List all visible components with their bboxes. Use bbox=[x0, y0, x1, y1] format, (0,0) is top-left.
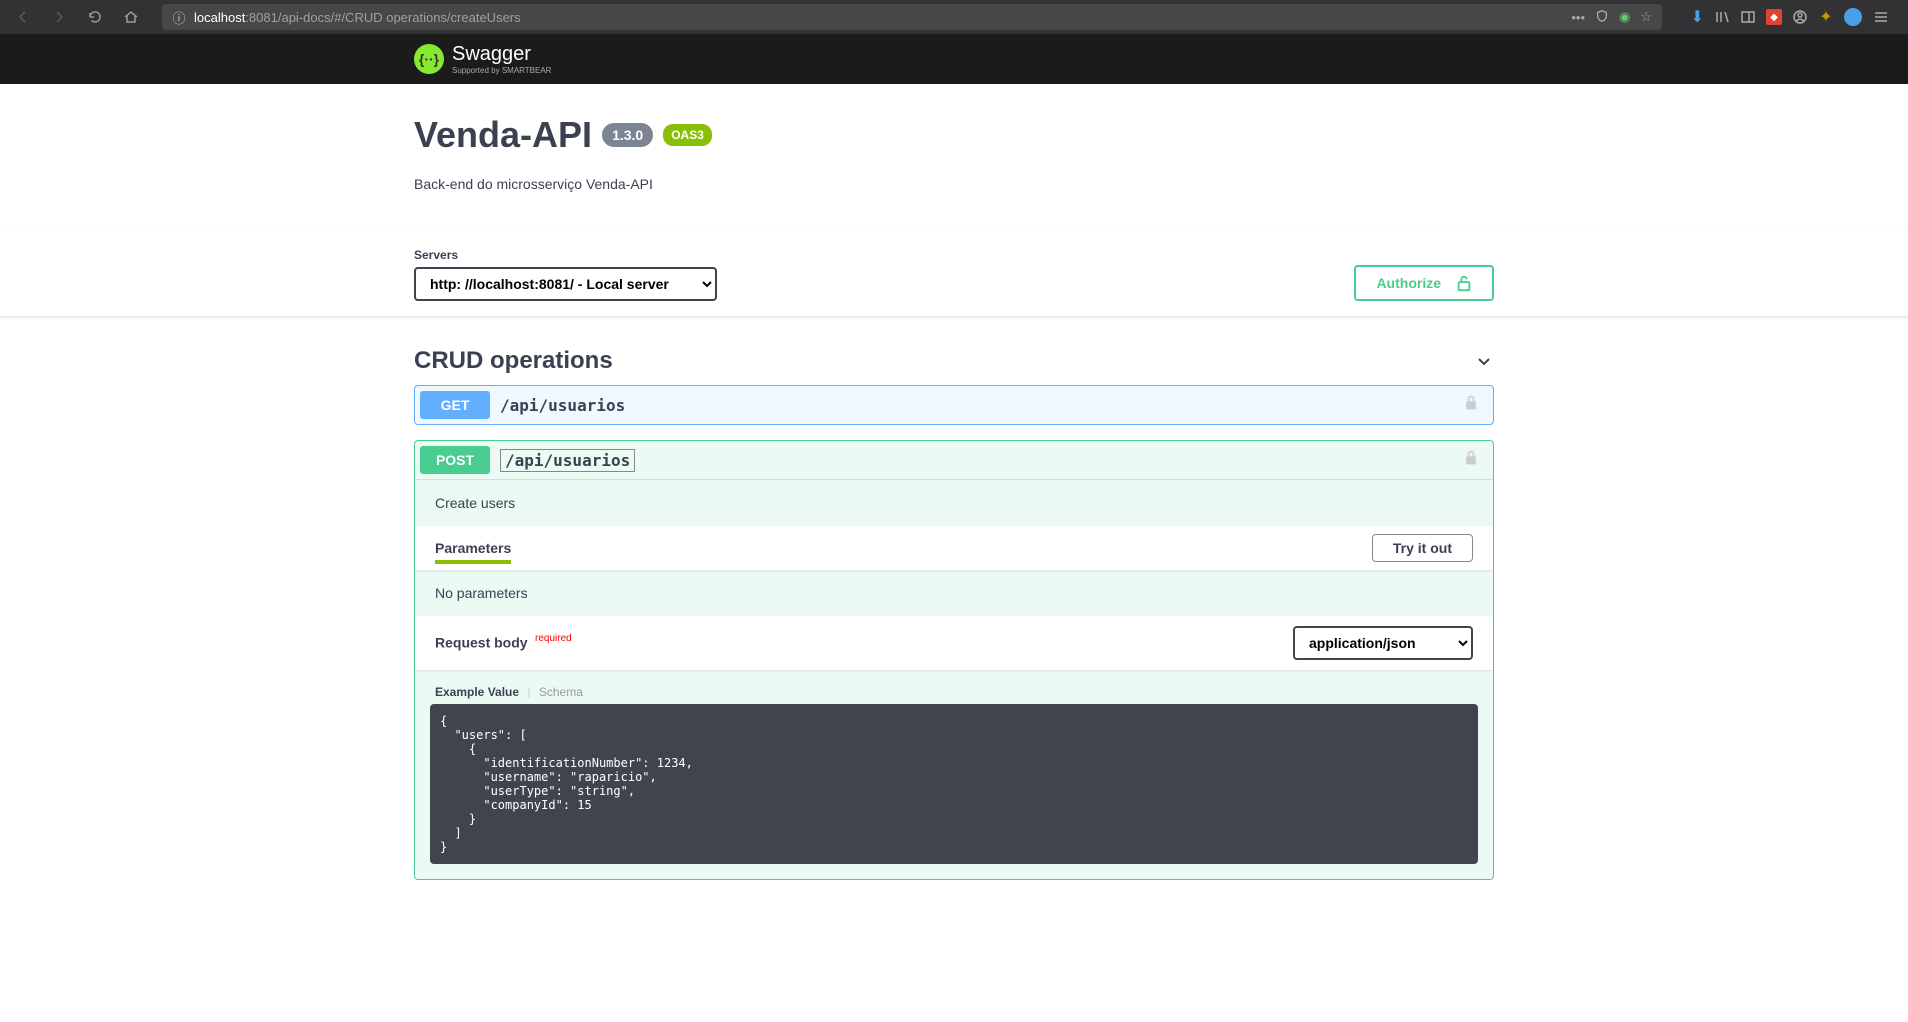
example-tabs: Example Value | Schema bbox=[415, 670, 1493, 704]
endpoint-path: /api/usuarios bbox=[490, 396, 635, 415]
oas-badge: OAS3 bbox=[663, 124, 712, 146]
lock-icon[interactable] bbox=[1464, 395, 1478, 416]
operation-description: Create users bbox=[415, 479, 1493, 526]
swagger-logo-subtext: Supported by SMARTBEAR bbox=[452, 66, 551, 75]
tab-example-value[interactable]: Example Value bbox=[435, 685, 519, 699]
opblock-summary[interactable]: GET /api/usuarios bbox=[415, 386, 1493, 424]
endpoint-path: /api/usuarios bbox=[500, 449, 635, 472]
content-type-select[interactable]: application/json bbox=[1293, 626, 1473, 660]
info-icon: ⓘ bbox=[172, 10, 186, 24]
info-section: Venda-API 1.3.0 OAS3 Back-end do micross… bbox=[414, 84, 1494, 232]
ext-icon-1[interactable]: ◆ bbox=[1766, 9, 1782, 25]
profile-icon[interactable] bbox=[1792, 9, 1808, 25]
scheme-container: Servers http: //localhost:8081/ - Local … bbox=[0, 232, 1908, 317]
tag-label: CRUD operations bbox=[414, 347, 613, 375]
api-title: Venda-API 1.3.0 OAS3 bbox=[414, 114, 1494, 156]
star-icon[interactable]: ☆ bbox=[1640, 9, 1652, 25]
version-badge: 1.3.0 bbox=[602, 123, 653, 147]
no-parameters-text: No parameters bbox=[415, 570, 1493, 616]
lock-icon[interactable] bbox=[1464, 450, 1478, 471]
sidebar-icon[interactable] bbox=[1740, 9, 1756, 25]
shield-icon[interactable] bbox=[1595, 9, 1609, 26]
ellipsis-icon[interactable]: ••• bbox=[1571, 10, 1585, 25]
parameters-label: Parameters bbox=[435, 540, 511, 556]
reload-button[interactable] bbox=[80, 2, 110, 32]
swagger-logo-text: Swagger bbox=[452, 43, 531, 65]
parameters-header: Parameters Try it out bbox=[415, 526, 1493, 570]
method-badge-get: GET bbox=[420, 391, 490, 419]
authorize-button[interactable]: Authorize bbox=[1354, 265, 1494, 301]
swagger-logo-icon: {··} bbox=[414, 44, 444, 74]
unlock-icon bbox=[1456, 274, 1472, 292]
swagger-header: {··} Swagger Supported by SMARTBEAR bbox=[0, 34, 1908, 84]
opblock-summary[interactable]: POST /api/usuarios bbox=[415, 441, 1493, 479]
servers-label: Servers bbox=[414, 248, 717, 262]
url-text: localhost:8081/api-docs/#/CRUD operation… bbox=[194, 10, 521, 25]
example-code[interactable]: { "users": [ { "identificationNumber": 1… bbox=[430, 704, 1478, 864]
try-it-out-button[interactable]: Try it out bbox=[1372, 534, 1473, 562]
ext-icon-3[interactable] bbox=[1844, 8, 1862, 26]
request-body-header: Request body required application/json bbox=[415, 616, 1493, 670]
api-description: Back-end do microsserviço Venda-API bbox=[414, 176, 1494, 192]
url-bar[interactable]: ⓘ localhost:8081/api-docs/#/CRUD operati… bbox=[162, 4, 1662, 30]
opblock-get-usuarios: GET /api/usuarios bbox=[414, 385, 1494, 425]
library-icon[interactable] bbox=[1714, 9, 1730, 25]
forward-button[interactable] bbox=[44, 2, 74, 32]
browser-toolbar: ⓘ localhost:8081/api-docs/#/CRUD operati… bbox=[0, 0, 1908, 34]
servers-section: Servers http: //localhost:8081/ - Local … bbox=[414, 248, 717, 301]
opblock-post-usuarios: POST /api/usuarios Create users Paramete… bbox=[414, 440, 1494, 880]
tab-schema[interactable]: Schema bbox=[539, 685, 583, 699]
required-label: required bbox=[535, 633, 572, 644]
request-body-label: Request body bbox=[435, 635, 528, 651]
circle-icon[interactable]: ◉ bbox=[1619, 9, 1630, 25]
method-badge-post: POST bbox=[420, 446, 490, 474]
hamburger-icon[interactable] bbox=[1872, 9, 1890, 25]
servers-select[interactable]: http: //localhost:8081/ - Local server bbox=[414, 267, 717, 301]
download-icon[interactable]: ⬇ bbox=[1688, 9, 1704, 25]
home-button[interactable] bbox=[116, 2, 146, 32]
tag-crud-operations[interactable]: CRUD operations bbox=[414, 337, 1494, 385]
chevron-down-icon bbox=[1474, 351, 1494, 371]
ext-icon-2[interactable]: ✦ bbox=[1818, 9, 1834, 25]
back-button[interactable] bbox=[8, 2, 38, 32]
swagger-logo: {··} Swagger Supported by SMARTBEAR bbox=[414, 43, 551, 75]
